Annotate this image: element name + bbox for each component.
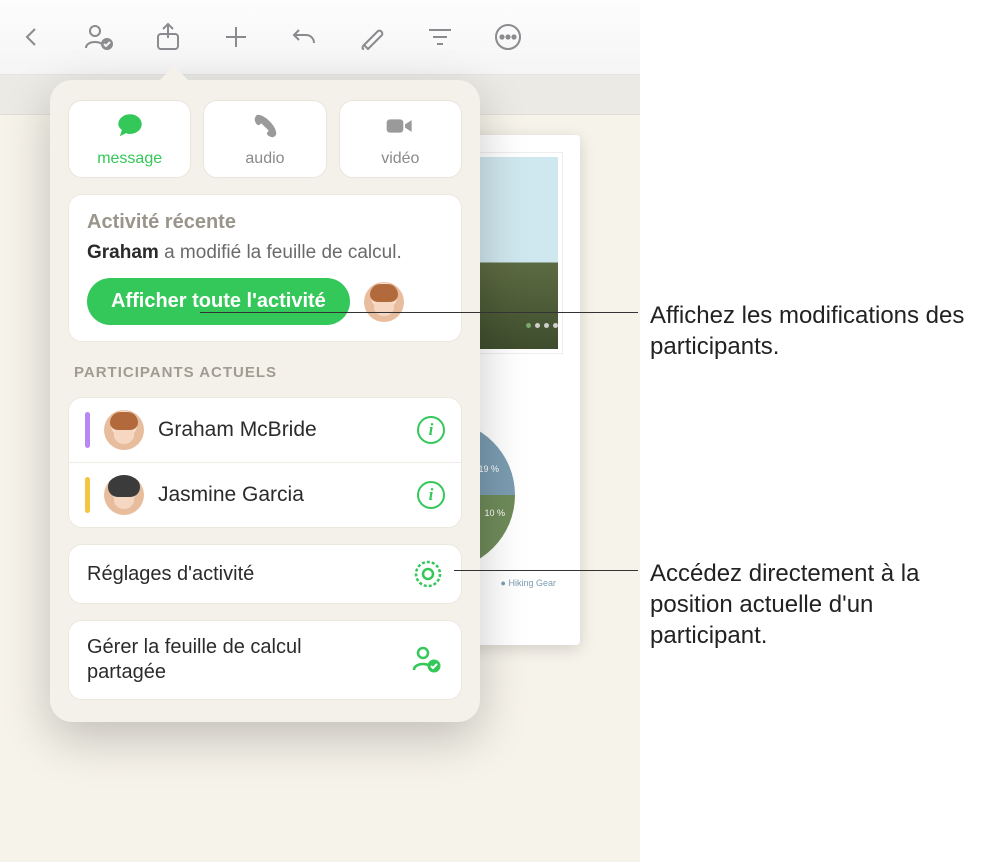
info-icon[interactable]: i — [417, 416, 445, 444]
participant-name: Graham McBride — [158, 418, 403, 442]
format-brush-button[interactable] — [352, 17, 392, 57]
participants-list: Graham McBride i Jasmine Garcia i — [68, 397, 462, 528]
video-button[interactable]: vidéo — [339, 100, 462, 178]
recent-activity-card: Activité récente Graham a modifié la feu… — [68, 194, 462, 342]
activity-text: a modifié la feuille de calcul. — [159, 242, 402, 263]
avatar — [364, 282, 404, 322]
video-label: vidéo — [381, 150, 419, 168]
callout-line — [454, 570, 638, 571]
audio-label: audio — [245, 150, 284, 168]
collaborate-icon — [411, 644, 443, 676]
show-all-activity-button[interactable]: Afficher toute l'activité — [87, 278, 350, 325]
participant-row[interactable]: Jasmine Garcia i — [69, 462, 461, 527]
gear-icon — [413, 559, 443, 589]
add-button[interactable] — [216, 17, 256, 57]
activity-settings-label: Réglages d'activité — [87, 562, 254, 587]
back-button[interactable] — [12, 17, 52, 57]
participant-color — [85, 477, 90, 513]
callout-bottom: Accédez directement à la position actuel… — [650, 558, 990, 652]
audio-button[interactable]: audio — [203, 100, 326, 178]
activity-line: Graham a modifié la feuille de calcul. — [87, 242, 443, 264]
activity-actor: Graham — [87, 242, 159, 263]
undo-button[interactable] — [284, 17, 324, 57]
recent-activity-heading: Activité récente — [87, 211, 443, 234]
photo-pager-dots — [526, 323, 558, 328]
message-icon — [115, 111, 145, 146]
message-label: message — [97, 150, 162, 168]
participants-heading: PARTICIPANTS ACTUELS — [74, 364, 456, 381]
more-button[interactable] — [488, 17, 528, 57]
callout-line — [200, 312, 638, 313]
pie-label: 10 % — [484, 508, 505, 518]
video-icon — [385, 111, 415, 146]
pie-label: 19 % — [478, 464, 499, 474]
participant-name: Jasmine Garcia — [158, 483, 403, 507]
message-button[interactable]: message — [68, 100, 191, 178]
collaborate-button[interactable] — [80, 17, 120, 57]
communication-row: message audio vidéo — [68, 100, 462, 178]
manage-shared-label: Gérer la feuille de calcul partagée — [87, 635, 367, 685]
activity-actions: Afficher toute l'activité — [87, 278, 443, 325]
right-pane — [640, 0, 1005, 862]
participant-row[interactable]: Graham McBride i — [69, 398, 461, 462]
activity-settings-row[interactable]: Réglages d'activité — [68, 544, 462, 604]
phone-icon — [250, 111, 280, 146]
callout-text: Affichez les modifications des participa… — [650, 302, 964, 360]
participant-color — [85, 412, 90, 448]
share-button[interactable] — [148, 17, 188, 57]
avatar — [104, 475, 144, 515]
collaboration-popover: message audio vidéo Activité récente Gra… — [50, 80, 480, 722]
callout-text: Accédez directement à la position actuel… — [650, 560, 919, 649]
filter-button[interactable] — [420, 17, 460, 57]
info-icon[interactable]: i — [417, 481, 445, 509]
callout-top: Affichez les modifications des participa… — [650, 300, 1000, 362]
manage-shared-row[interactable]: Gérer la feuille de calcul partagée — [68, 620, 462, 700]
avatar — [104, 410, 144, 450]
